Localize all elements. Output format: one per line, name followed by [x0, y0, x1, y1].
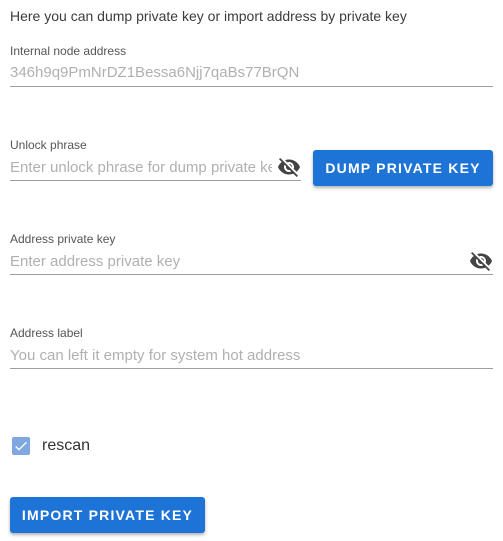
import-private-key-button[interactable]: IMPORT PRIVATE KEY — [10, 497, 205, 533]
address-label-input[interactable] — [10, 342, 493, 368]
rescan-label: rescan — [42, 437, 91, 454]
unlock-phrase-label: Unlock phrase — [10, 138, 87, 152]
intro-text: Here you can dump private key or import … — [10, 8, 407, 24]
node-address-field: Internal node address 346h9q9PmNrDZ1Bess… — [10, 44, 493, 87]
eye-off-icon[interactable] — [469, 249, 493, 273]
private-key-input[interactable] — [10, 248, 464, 274]
rescan-checkbox[interactable] — [12, 437, 30, 455]
address-label-label: Address label — [10, 326, 83, 340]
dump-private-key-button[interactable]: DUMP PRIVATE KEY — [313, 150, 493, 186]
eye-off-icon[interactable] — [277, 155, 301, 179]
node-address-value: 346h9q9PmNrDZ1Bessa6Njj7qaBs77BrQN — [10, 64, 300, 81]
rescan-row: rescan — [12, 437, 90, 455]
address-label-field: Address label — [10, 326, 493, 369]
private-key-label: Address private key — [10, 232, 116, 246]
private-key-field: Address private key — [10, 232, 493, 275]
node-address-label: Internal node address — [10, 44, 127, 58]
unlock-phrase-input[interactable] — [10, 154, 272, 180]
unlock-phrase-field: Unlock phrase — [10, 138, 301, 181]
checkmark-icon — [15, 441, 27, 451]
